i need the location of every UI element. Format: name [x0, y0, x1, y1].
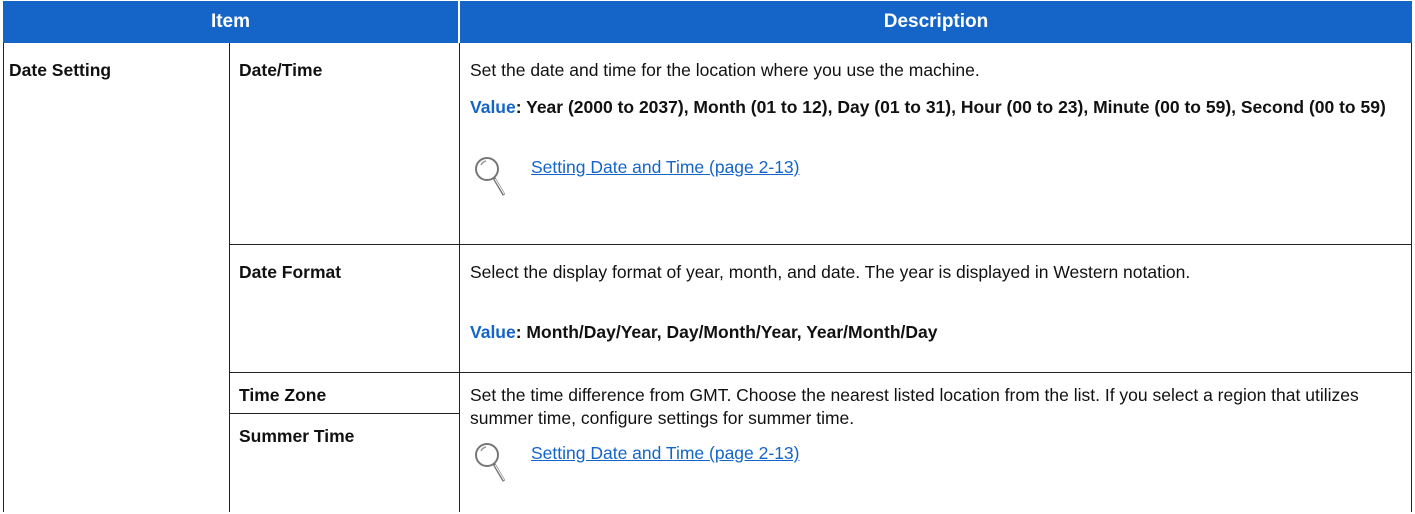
row-description-date-format: Select the display format of year, month… [470, 262, 1191, 282]
row-value-date-time: Value: Year (2000 to 2037), Month (01 to… [470, 96, 1400, 119]
row-value-date-format: Value: Month/Day/Year, Day/Month/Year, Y… [470, 321, 1400, 344]
value-text: : Year (2000 to 2037), Month (01 to 12),… [515, 97, 1386, 117]
header-description: Description [460, 1, 1412, 43]
row-divider-1 [229, 244, 1412, 245]
reference-time-zone: Setting Date and Time (page 2-13) [473, 439, 800, 483]
row-divider-2 [229, 372, 1412, 373]
reference-date-time: Setting Date and Time (page 2-13) [473, 153, 800, 197]
magnifier-icon [473, 439, 505, 483]
row-name-date-format: Date Format [239, 262, 342, 282]
row-name-time-zone: Time Zone [239, 385, 327, 405]
link-setting-date-time[interactable]: Setting Date and Time (page 2-13) [531, 157, 800, 178]
table-border-left [3, 43, 4, 512]
row-description-time-zone: Set the time difference from GMT. Choose… [470, 385, 1359, 428]
group-label-date-setting: Date Setting [9, 60, 112, 80]
row-name-date-time: Date/Time [239, 60, 323, 80]
row-divider-3 [229, 413, 460, 414]
row-name-summer-time: Summer Time [239, 426, 355, 446]
row-description-date-time: Set the date and time for the location w… [470, 60, 980, 80]
table-border-right [1411, 43, 1412, 512]
magnifier-icon [473, 153, 505, 197]
link-setting-date-time-2[interactable]: Setting Date and Time (page 2-13) [531, 443, 800, 464]
value-key: Value [470, 322, 516, 342]
column-divider-group [229, 43, 230, 512]
value-text: : Month/Day/Year, Day/Month/Year, Year/M… [515, 322, 938, 342]
settings-table: Item Description Date Setting Date/Time … [3, 1, 1412, 512]
column-divider-item [459, 43, 460, 512]
value-key: Value [470, 97, 516, 117]
header-item: Item [3, 1, 458, 43]
